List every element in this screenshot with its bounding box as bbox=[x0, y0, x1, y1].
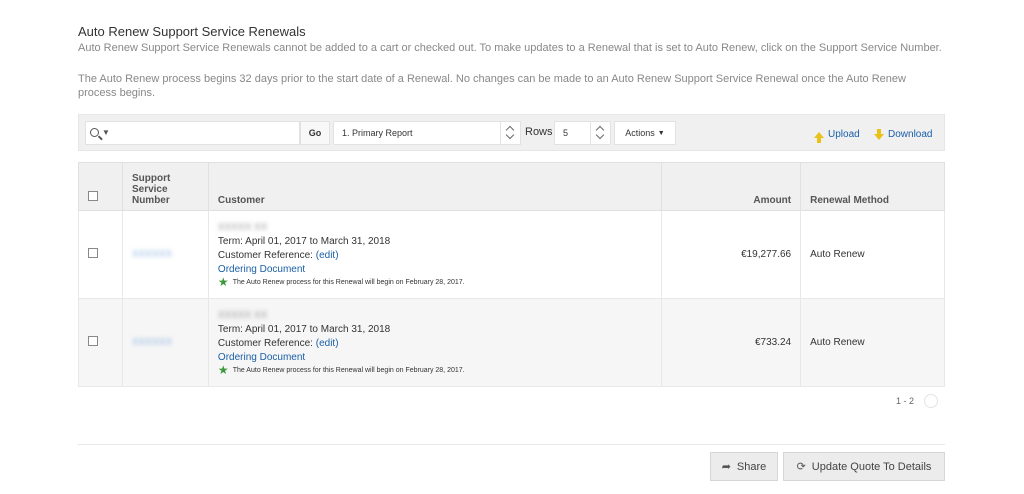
support-number-cell: XXXXXX bbox=[121, 210, 209, 299]
customer-name: XXXXX XX bbox=[217, 222, 268, 233]
amount-cell: €19,277.66 bbox=[661, 210, 802, 299]
actions-label: Actions bbox=[625, 128, 655, 138]
pagination-range: 1 - 2 bbox=[896, 396, 915, 406]
download-arrow-icon bbox=[874, 128, 884, 140]
search-box: ▼ bbox=[85, 121, 300, 145]
star-icon: ★ bbox=[217, 363, 229, 377]
rows-select[interactable]: 5 bbox=[554, 121, 611, 145]
auto-renew-note-text: The Auto Renew process for this Renewal … bbox=[232, 278, 465, 286]
select-arrows-icon bbox=[500, 122, 520, 144]
amount-cell: €733.24 bbox=[661, 298, 802, 387]
upload-label: Upload bbox=[828, 129, 860, 140]
search-input[interactable] bbox=[122, 124, 297, 142]
share-icon: ➦ bbox=[721, 461, 731, 473]
renewals-table: Support Service Number Customer Amount R… bbox=[78, 162, 945, 387]
star-icon: ★ bbox=[217, 275, 229, 289]
customer-reference-line: Customer Reference: (edit) bbox=[218, 338, 652, 349]
support-number-link[interactable]: XXXXXX bbox=[132, 337, 172, 348]
description-auto-renew-restriction: Auto Renew Support Service Renewals cann… bbox=[78, 42, 942, 54]
chevron-down-icon: ▼ bbox=[657, 129, 665, 137]
chevron-down-icon: ▼ bbox=[102, 128, 110, 137]
select-arrows-icon bbox=[590, 122, 610, 144]
auto-renew-note: ★ The Auto Renew process for this Renewal… bbox=[217, 363, 652, 377]
column-header-support-number[interactable]: Support Service Number bbox=[121, 162, 209, 211]
page-title: Auto Renew Support Service Renewals bbox=[78, 24, 306, 39]
select-all-header bbox=[78, 162, 123, 211]
share-label: Share bbox=[736, 460, 767, 473]
update-label: Update Quote To Details bbox=[811, 460, 932, 473]
download-label: Download bbox=[888, 129, 933, 140]
refresh-icon: ⟳ bbox=[796, 461, 806, 473]
table-row: XXXXXX XXXXX XX Term: April 01, 2017 to … bbox=[78, 298, 945, 387]
row-checkbox[interactable] bbox=[88, 336, 98, 346]
row-checkbox[interactable] bbox=[88, 248, 98, 258]
term-text: Term: April 01, 2017 to March 31, 2018 bbox=[217, 236, 391, 247]
rows-select-value: 5 bbox=[563, 128, 569, 138]
report-toolbar: ▼ Go 1. Primary Report Rows 5 Actions ▼ … bbox=[78, 114, 945, 151]
customer-reference-label: Customer Reference: bbox=[217, 250, 313, 261]
renewal-method-cell: Auto Renew bbox=[800, 210, 945, 299]
report-select[interactable]: 1. Primary Report bbox=[333, 121, 521, 145]
customer-reference-label: Customer Reference: bbox=[217, 338, 313, 349]
table-row: XXXXXX XXXXX XX Term: April 01, 2017 to … bbox=[78, 210, 945, 299]
footer-divider bbox=[78, 444, 945, 445]
search-icon bbox=[90, 128, 99, 137]
row-select-cell bbox=[78, 298, 123, 387]
pagination-next-button[interactable] bbox=[924, 394, 938, 408]
edit-reference-link[interactable]: (edit) bbox=[316, 250, 339, 261]
table-header-row: Support Service Number Customer Amount R… bbox=[78, 162, 945, 211]
ordering-document-link[interactable]: Ordering Document bbox=[218, 352, 652, 363]
support-number-link[interactable]: XXXXXX bbox=[132, 249, 172, 260]
column-header-amount[interactable]: Amount bbox=[661, 162, 802, 211]
customer-cell: XXXXX XX Term: April 01, 2017 to March 3… bbox=[207, 210, 663, 299]
search-column-menu[interactable]: ▼ bbox=[90, 125, 120, 141]
select-all-checkbox[interactable] bbox=[88, 191, 98, 201]
auto-renew-note: ★ The Auto Renew process for this Renewal… bbox=[217, 275, 652, 289]
row-select-cell bbox=[78, 210, 123, 299]
actions-menu-button[interactable]: Actions ▼ bbox=[614, 121, 676, 145]
ordering-document-link[interactable]: Ordering Document bbox=[218, 264, 652, 275]
renewal-method-cell: Auto Renew bbox=[800, 298, 945, 387]
column-header-renewal-method[interactable]: Renewal Method bbox=[800, 162, 945, 211]
upload-link[interactable]: Upload bbox=[814, 129, 860, 143]
update-quote-button[interactable]: ⟳ Update Quote To Details bbox=[783, 452, 945, 481]
download-link[interactable]: Download bbox=[874, 128, 933, 140]
support-number-cell: XXXXXX bbox=[121, 298, 209, 387]
upload-arrow-icon bbox=[814, 131, 824, 143]
customer-cell: XXXXX XX Term: April 01, 2017 to March 3… bbox=[207, 298, 663, 387]
term-text: Term: April 01, 2017 to March 31, 2018 bbox=[217, 324, 391, 335]
customer-name: XXXXX XX bbox=[217, 310, 268, 321]
customer-reference-line: Customer Reference: (edit) bbox=[218, 250, 652, 261]
column-header-customer[interactable]: Customer bbox=[207, 162, 663, 211]
rows-label: Rows bbox=[525, 126, 553, 138]
report-select-value: 1. Primary Report bbox=[342, 128, 413, 138]
description-auto-renew-process: The Auto Renew process begins 32 days pr… bbox=[78, 73, 906, 99]
share-button[interactable]: ➦ Share bbox=[710, 452, 778, 481]
edit-reference-link[interactable]: (edit) bbox=[316, 338, 339, 349]
go-button[interactable]: Go bbox=[300, 121, 330, 145]
auto-renew-note-text: The Auto Renew process for this Renewal … bbox=[232, 366, 465, 374]
